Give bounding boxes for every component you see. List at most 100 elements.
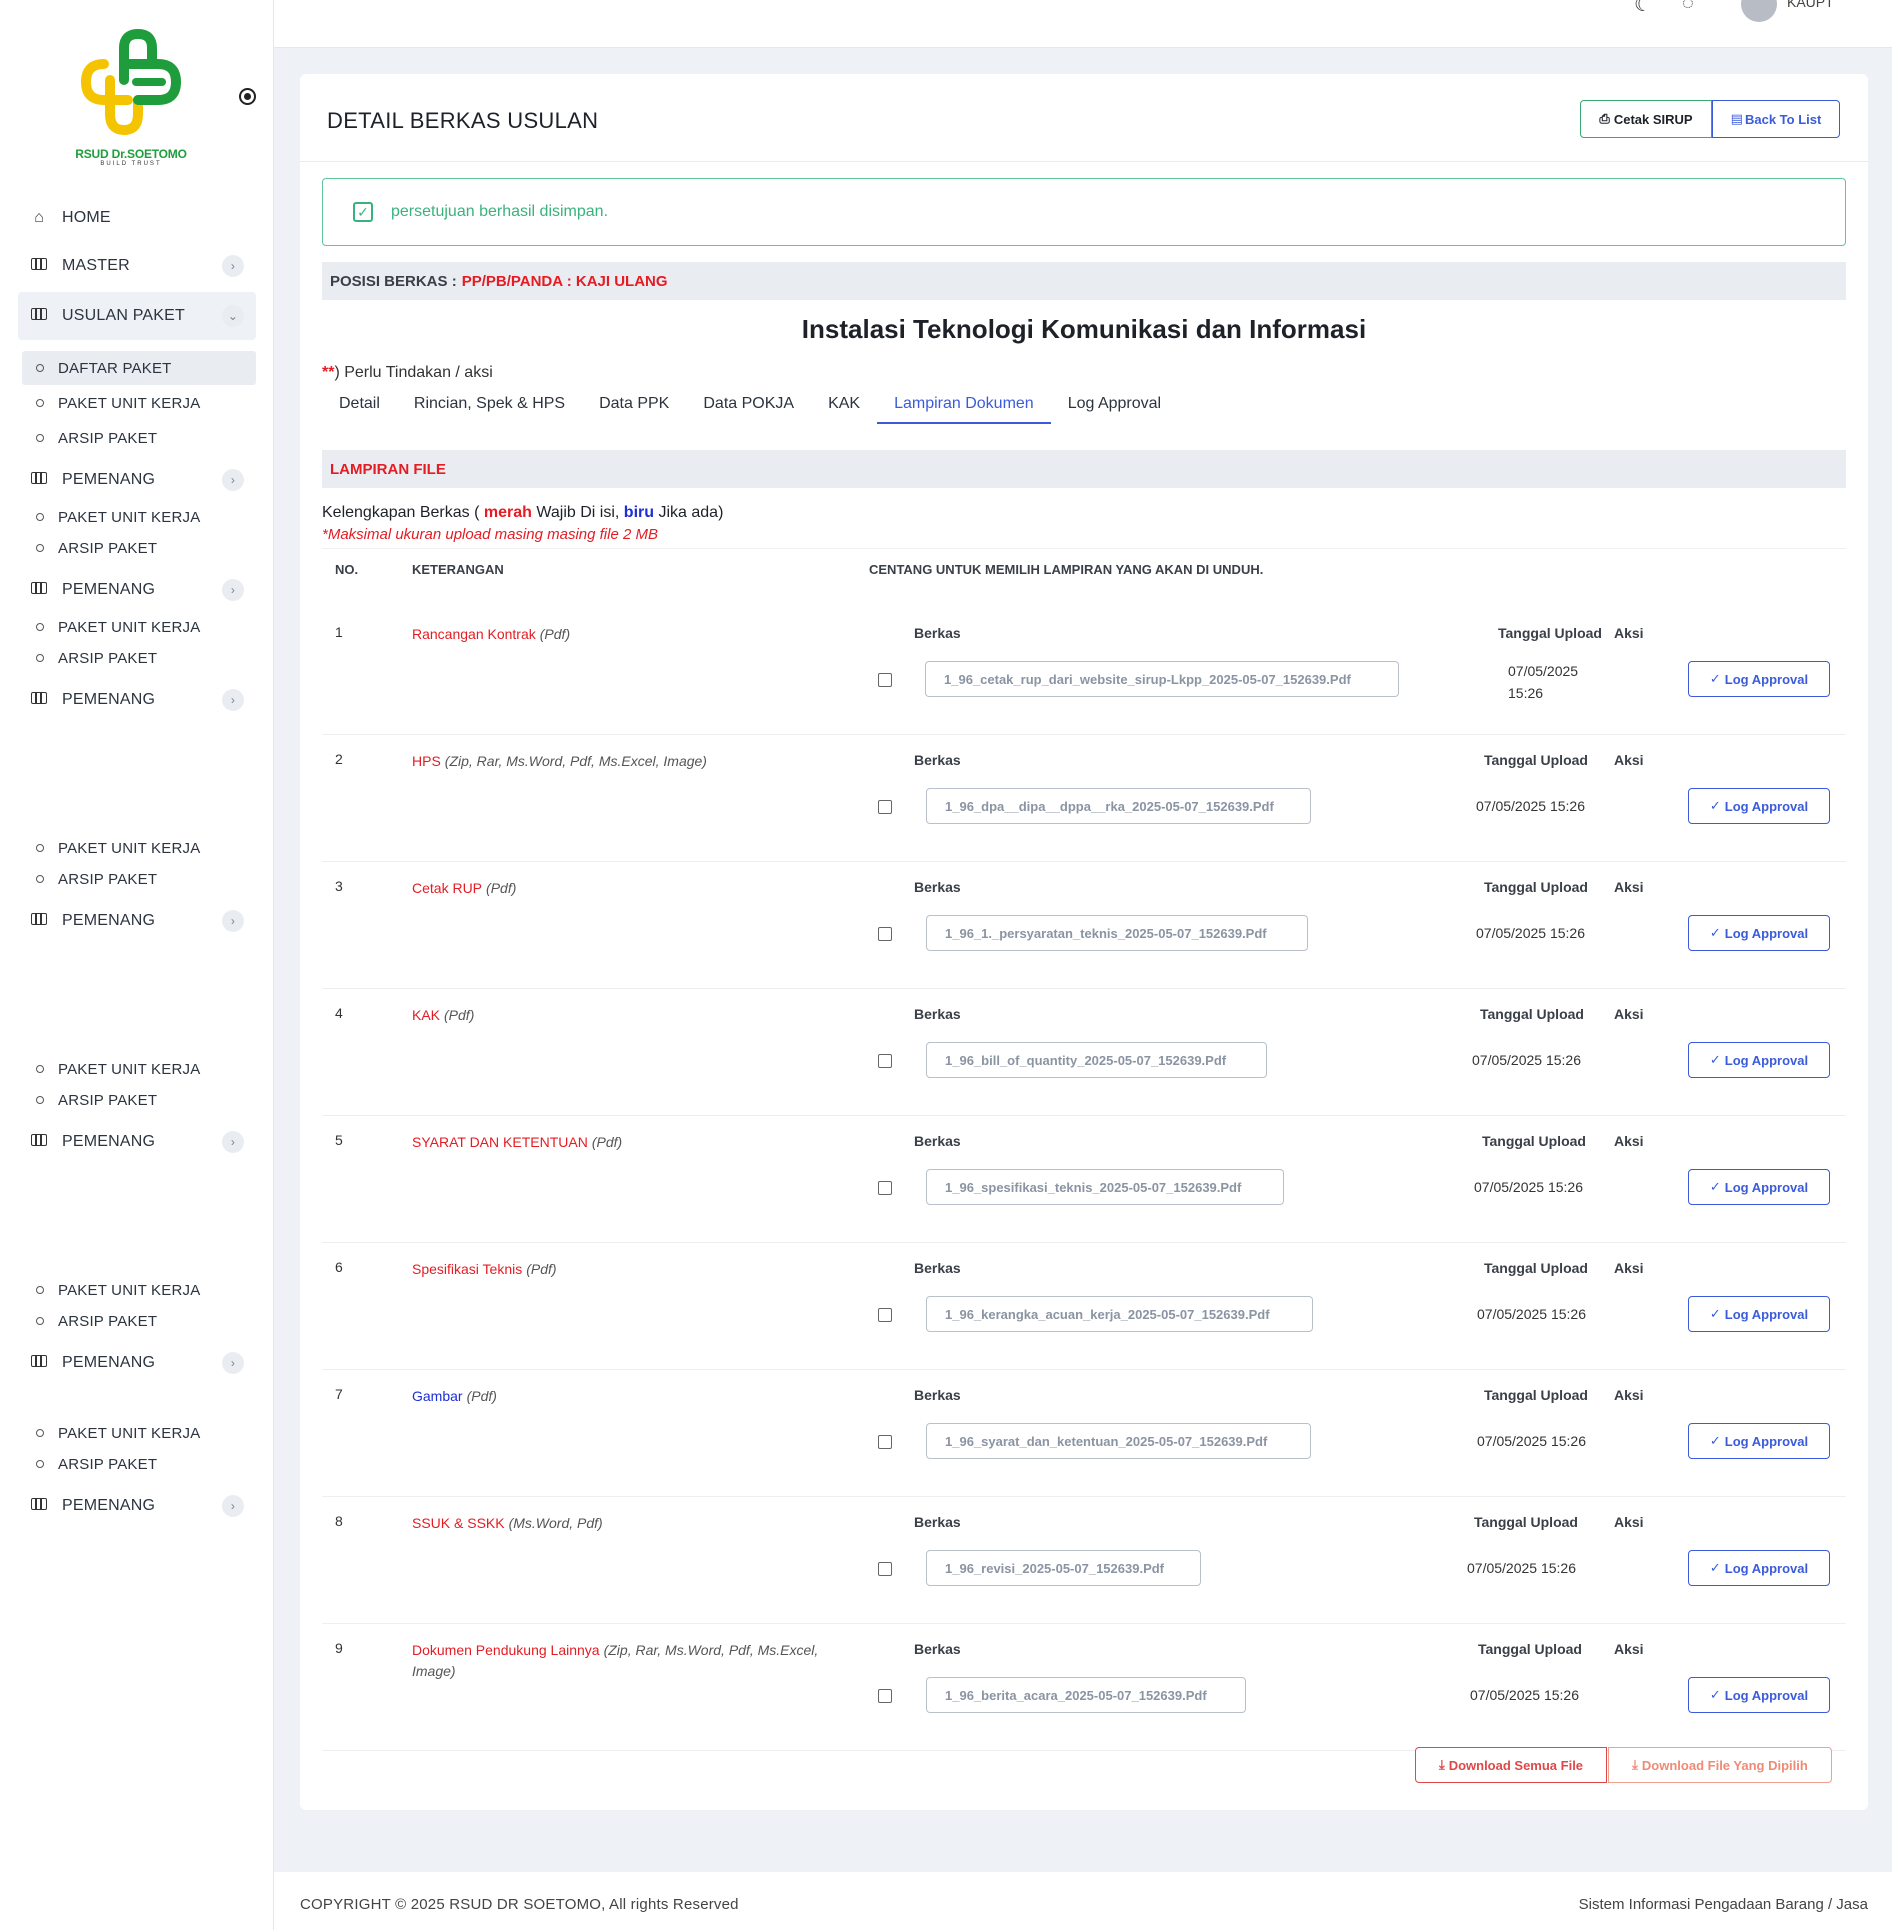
circle-icon [36,1096,44,1104]
log-approval-button[interactable]: ✓ Log Approval [1688,915,1830,951]
check-icon: ✓ [1709,798,1721,813]
file-link[interactable]: 1_96_revisi_2025-05-07_152639.Pdf [926,1550,1201,1586]
sidebar-subitem-arsip-paket[interactable]: ARSIP PAKET [22,862,256,896]
kel-merah: merah [483,504,532,521]
sidebar-item-pemenang[interactable]: PEMENANG › [18,1484,256,1528]
sidebar-subitem-paket-unit-kerja[interactable]: PAKET UNIT KERJA [22,1416,256,1450]
sidebar-item-home[interactable]: ⌂ HOME [18,196,256,240]
cetak-sirup-button[interactable]: ⎙ Cetak SIRUP [1580,100,1712,138]
sidebar-subitem-arsip-paket[interactable]: ARSIP PAKET [22,1083,256,1117]
circle-icon [36,1429,44,1437]
log-approval-button[interactable]: ✓ Log Approval [1688,1677,1830,1713]
palette-icon[interactable]: ◌ [1682,0,1694,15]
avatar[interactable] [1741,0,1777,22]
select-checkbox[interactable] [878,1689,892,1703]
moon-icon[interactable]: ☾ [1634,0,1652,17]
logo[interactable]: RSUD Dr.SOETOMO BUILD TRUST [66,24,196,174]
tab-data-ppk[interactable]: Data PPK [582,384,686,424]
sidebar-subitem-arsip-paket[interactable]: ARSIP PAKET [22,641,256,675]
sidebar-item-pemenang[interactable]: PEMENANG › [18,568,256,612]
file-link[interactable]: 1_96_cetak_rup_dari_website_sirup-Lkpp_2… [925,661,1399,697]
sidebar-item-pemenang[interactable]: PEMENANG › [18,678,256,722]
tab-rincian[interactable]: Rincian, Spek & HPS [397,384,582,424]
select-checkbox[interactable] [878,1562,892,1576]
log-approval-button[interactable]: ✓ Log Approval [1688,661,1830,697]
user-name[interactable]: KAUPT [1787,0,1834,10]
row-number: 1 [335,624,343,640]
kel-prefix: Kelengkapan Berkas ( [322,504,480,521]
tab-data-pokja[interactable]: Data POKJA [686,384,811,424]
attachment-type: (Pdf) [486,880,517,896]
sidebar-item-pemenang[interactable]: PEMENANG › [18,458,256,502]
button-label: Log Approval [1724,1052,1809,1068]
select-checkbox[interactable] [878,673,892,687]
sidebar-item-pemenang[interactable]: PEMENANG › [18,1341,256,1385]
check-icon: ✓ [1709,925,1721,940]
sidebar-subitem-paket-unit-kerja[interactable]: PAKET UNIT KERJA [22,831,256,865]
sidebar-subitem-paket-unit-kerja[interactable]: PAKET UNIT KERJA [22,1273,256,1307]
sidebar-item-usulan-paket[interactable]: USULAN PAKET ⌄ [18,292,256,340]
upload-date: 07/05/2025 15:26 [1508,663,1579,701]
file-link[interactable]: 1_96_spesifikasi_teknis_2025-05-07_15263… [926,1169,1284,1205]
sidebar-subitem-arsip-paket[interactable]: ARSIP PAKET [22,421,256,455]
select-checkbox[interactable] [878,1054,892,1068]
tab-detail[interactable]: Detail [322,384,397,424]
attachment-name: Spesifikasi Teknis [412,1261,523,1277]
sidebar-item-label: PEMENANG [62,912,156,929]
grid-icon [28,1354,50,1372]
sidebar-item-pemenang[interactable]: PEMENANG › [18,899,256,943]
log-approval-button[interactable]: ✓ Log Approval [1688,1169,1830,1205]
file-link[interactable]: 1_96_syarat_dan_ketentuan_2025-05-07_152… [926,1423,1311,1459]
back-to-list-button[interactable]: ▤ Back To List [1712,100,1840,138]
sidebar-item-master[interactable]: MASTER › [18,244,256,288]
sidebar-item-pemenang[interactable]: PEMENANG › [18,1120,256,1164]
sidebar-item-label: ARSIP PAKET [58,649,158,667]
upload-date: 07/05/2025 15:26 [1476,925,1585,941]
download-icon: ⤓ [1632,1757,1638,1772]
sidebar-toggle-icon[interactable] [239,88,256,105]
file-link[interactable]: 1_96_bill_of_quantity_2025-05-07_152639.… [926,1042,1267,1078]
file-link[interactable]: 1_96_berita_acara_2025-05-07_152639.Pdf [926,1677,1246,1713]
tab-lampiran-dokumen[interactable]: Lampiran Dokumen [877,384,1051,424]
table-row: 7 Gambar (Pdf) Berkas Tanggal Upload Aksi 1_96… [322,1370,1846,1497]
log-approval-button[interactable]: ✓ Log Approval [1688,1296,1830,1332]
select-checkbox[interactable] [878,1308,892,1322]
sidebar-subitem-arsip-paket[interactable]: ARSIP PAKET [22,531,256,565]
sidebar-subitem-arsip-paket[interactable]: ARSIP PAKET [22,1447,256,1481]
log-approval-button[interactable]: ✓ Log Approval [1688,1550,1830,1586]
sidebar-subitem-arsip-paket[interactable]: ARSIP PAKET [22,1304,256,1338]
download-selected-button[interactable]: ⤓ Download File Yang Dipilih [1608,1747,1832,1783]
sidebar-subitem-paket-unit-kerja[interactable]: PAKET UNIT KERJA [22,500,256,534]
log-approval-button[interactable]: ✓ Log Approval [1688,788,1830,824]
row-number: 7 [335,1386,343,1402]
circle-icon [36,434,44,442]
download-all-button[interactable]: ⤓ Download Semua File [1415,1747,1607,1783]
tab-kak[interactable]: KAK [811,384,877,424]
divider [322,548,1846,549]
tab-log-approval[interactable]: Log Approval [1051,384,1178,424]
grid-icon [28,581,50,599]
logo-text: RSUD Dr.SOETOMO [75,147,187,161]
posisi-berkas: POSISI BERKAS : PP/PB/PANDA : KAJI ULANG [322,262,1846,300]
sidebar-subitem-paket-unit-kerja[interactable]: PAKET UNIT KERJA [22,610,256,644]
log-approval-button[interactable]: ✓ Log Approval [1688,1423,1830,1459]
upload-date: 07/05/2025 15:26 [1476,798,1585,814]
select-checkbox[interactable] [878,1181,892,1195]
label-tanggal-upload: Tanggal Upload [1474,1514,1578,1530]
table-row: 8 SSUK & SSKK (Ms.Word, Pdf) Berkas Tanggal … [322,1497,1846,1624]
sidebar-subitem-paket-unit-kerja[interactable]: PAKET UNIT KERJA [22,386,256,420]
file-link[interactable]: 1_96_1._persyaratan_teknis_2025-05-07_15… [926,915,1308,951]
max-size-note: *Maksimal ukuran upload masing masing fi… [322,526,658,543]
select-checkbox[interactable] [878,927,892,941]
grid-icon [28,257,50,275]
log-approval-button[interactable]: ✓ Log Approval [1688,1042,1830,1078]
sidebar-subitem-daftar-paket[interactable]: DAFTAR PAKET [22,351,256,385]
row-keterangan: Spesifikasi Teknis (Pdf) [412,1259,852,1280]
file-link[interactable]: 1_96_kerangka_acuan_kerja_2025-05-07_152… [926,1296,1313,1332]
chevron-right-icon: › [222,1352,244,1374]
button-label: Download Semua File [1448,1757,1584,1773]
file-link[interactable]: 1_96_dpa__dipa__dppa__rka_2025-05-07_152… [926,788,1311,824]
select-checkbox[interactable] [878,1435,892,1449]
sidebar-subitem-paket-unit-kerja[interactable]: PAKET UNIT KERJA [22,1052,256,1086]
select-checkbox[interactable] [878,800,892,814]
